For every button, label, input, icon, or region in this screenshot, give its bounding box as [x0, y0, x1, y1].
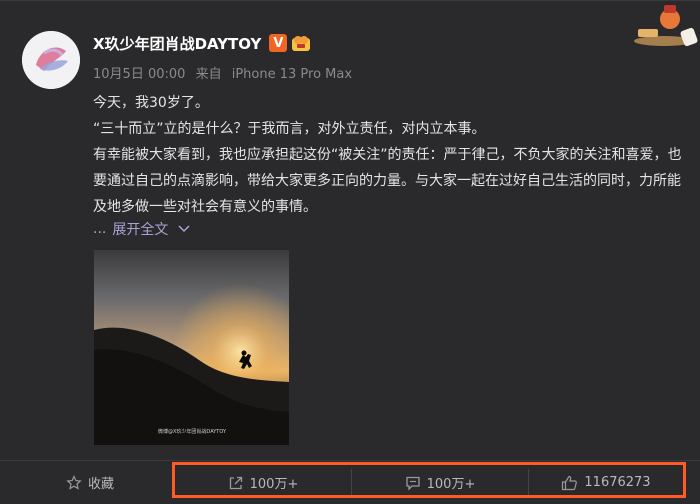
- favorite-button[interactable]: 收藏: [50, 461, 130, 504]
- verified-badge: V: [269, 34, 288, 52]
- post-timestamp[interactable]: 10月5日 00:00: [93, 67, 185, 82]
- chevron-down-icon: [178, 225, 190, 233]
- avatar[interactable]: [22, 31, 80, 89]
- source-prefix: 来自: [195, 67, 222, 82]
- post-paragraph: 有幸能被大家看到，我也应承担起这份“被关注”的责任：严于律己，不负大家的关注和喜…: [93, 147, 682, 215]
- fan-badge-icon: [291, 34, 311, 52]
- favorite-label: 收藏: [87, 477, 114, 492]
- post-body: 今天，我30岁了。 “三十而立”立的是什么？于我而言，对外立责任，对内立本事。 …: [93, 90, 687, 220]
- post-meta: 10月5日 00:00 来自 iPhone 13 Pro Max: [93, 63, 358, 82]
- author-row: X玖少年团肖战DAYTOY V: [93, 31, 311, 55]
- ellipsis: ...: [93, 221, 107, 237]
- highlight-annotation-box: [172, 462, 686, 498]
- author-name[interactable]: X玖少年团肖战DAYTOY: [93, 33, 261, 54]
- photo-watermark: 微博@X玖少年团肖战DAYTOY: [158, 429, 227, 435]
- source-device: iPhone 13 Pro Max: [231, 67, 353, 82]
- post-paragraph: 今天，我30岁了。: [93, 95, 209, 111]
- decoration-illustration: [632, 1, 700, 49]
- weibo-post-card: X玖少年团肖战DAYTOY V 10月5日 00:00 来自 iPhone 13…: [0, 0, 700, 504]
- post-paragraph: “三十而立”立的是什么？于我而言，对外立责任，对内立本事。: [93, 121, 486, 137]
- expand-label: 展开全文: [112, 222, 169, 238]
- expand-full-text-link[interactable]: ... 展开全文: [93, 219, 190, 239]
- star-icon: [66, 474, 82, 490]
- post-photo[interactable]: 微博@X玖少年团肖战DAYTOY: [94, 250, 289, 445]
